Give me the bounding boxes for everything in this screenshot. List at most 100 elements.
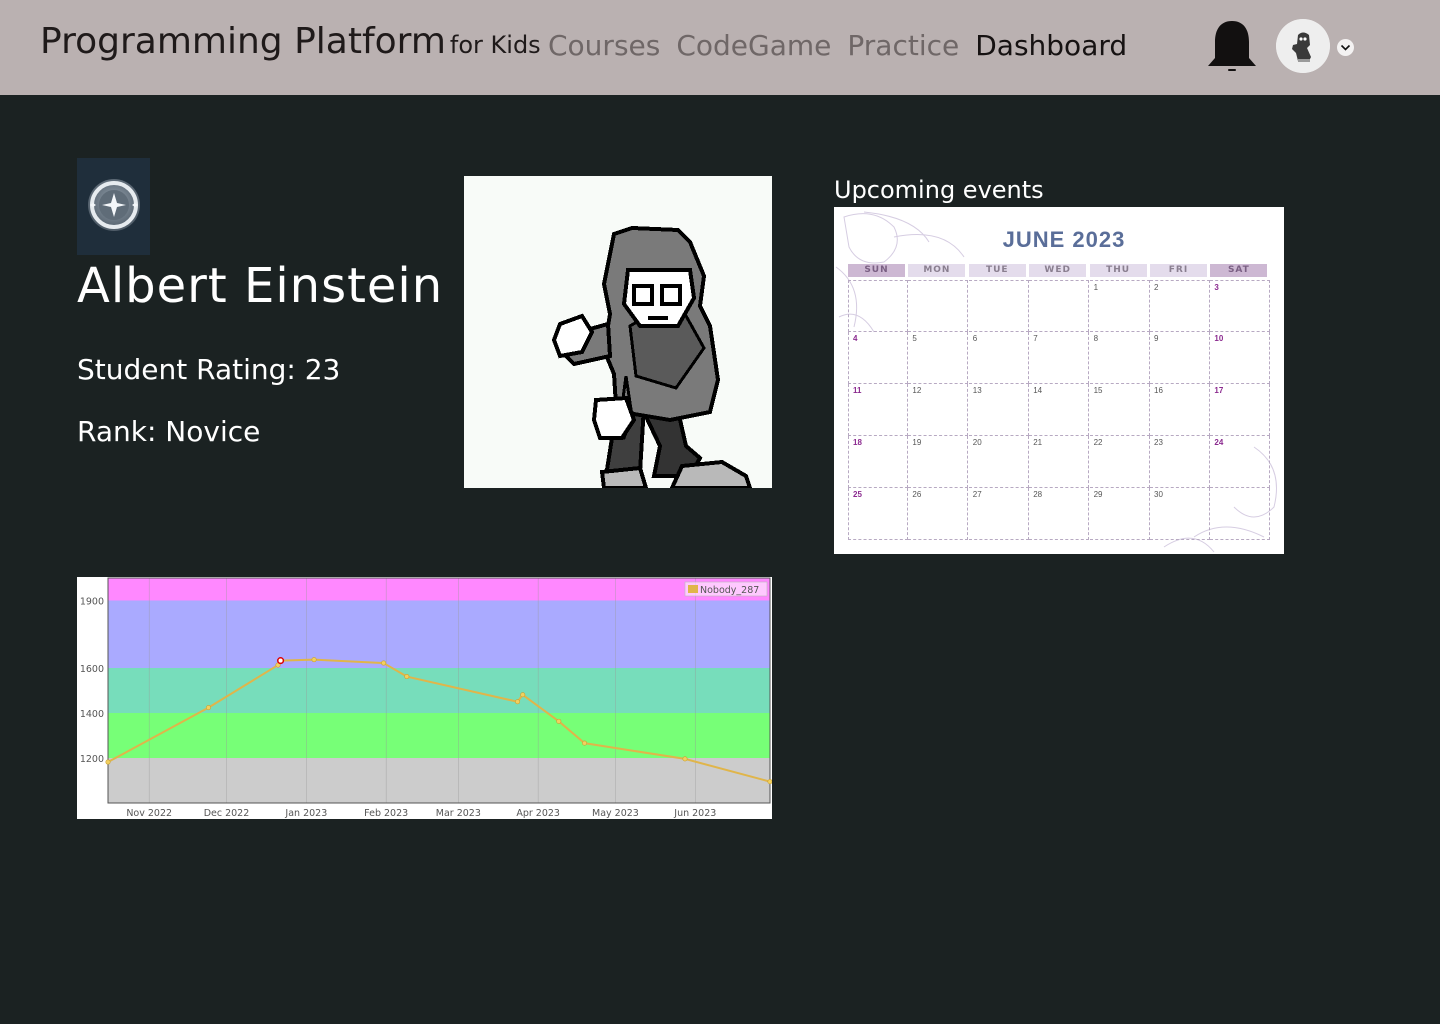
calendar-day-cell[interactable]: 17 (1210, 384, 1271, 436)
events-calendar[interactable]: JUNE 2023 SUN MON TUE WED THU FRI SAT 12345678… (834, 207, 1284, 554)
calendar-day-cell[interactable]: 6 (968, 332, 1029, 384)
brand-subtitle: for Kids (449, 31, 541, 59)
main-nav: Courses CodeGame Practice Dashboard (548, 29, 1127, 62)
student-rank: Rank: Novice (77, 415, 261, 448)
y-tick-label: 1600 (80, 664, 104, 675)
rating-point (311, 657, 317, 663)
calendar-day-number: 28 (1033, 490, 1043, 499)
hooded-character-icon (464, 176, 772, 488)
nav-practice[interactable]: Practice (847, 29, 959, 62)
x-tick-label: Apr 2023 (516, 808, 560, 819)
calendar-day-number: 1 (1093, 283, 1099, 292)
calendar-day-cell[interactable] (1210, 488, 1271, 540)
calendar-day-number: 12 (912, 386, 922, 395)
calendar-day-number: 4 (853, 334, 858, 343)
calendar-grid: 1 2 3 4 5 6 7 8 9 10 11 12 13 14 15 16 17 18 19 20 21 22 23 24 2… (848, 280, 1271, 540)
calendar-day-number: 8 (1093, 334, 1099, 343)
nav-courses[interactable]: Courses (548, 29, 660, 62)
calendar-day-number: 14 (1033, 386, 1043, 395)
calendar-day-number: 26 (912, 490, 922, 499)
calendar-day-number: 22 (1093, 438, 1103, 447)
calendar-day-cell[interactable] (968, 280, 1029, 332)
calendar-weekday-header: SUN MON TUE WED THU FRI SAT (848, 264, 1272, 277)
calendar-month-title: JUNE 2023 (1002, 227, 1126, 252)
calendar-day-cell[interactable]: 30 (1150, 488, 1210, 540)
calendar-day-cell[interactable]: 5 (908, 332, 969, 384)
calendar-day-cell[interactable]: 4 (848, 332, 908, 384)
x-tick-label: Dec 2022 (204, 808, 250, 819)
calendar-day-cell[interactable] (1029, 280, 1090, 332)
calendar-day-cell[interactable] (908, 280, 969, 332)
calendar-day-number: 18 (853, 438, 862, 447)
rating-point (277, 657, 285, 665)
x-tick-label: Mar 2023 (436, 808, 481, 819)
calendar-day-cell[interactable]: 12 (908, 384, 969, 436)
weekday-mon: MON (908, 264, 966, 277)
x-tick-label: Feb 2023 (364, 808, 408, 819)
brand-logo[interactable]: Programming Platform for Kids (40, 21, 541, 62)
calendar-day-cell[interactable]: 1 (1089, 280, 1150, 332)
rating-point (205, 705, 211, 711)
rating-point (515, 699, 521, 705)
bell-icon[interactable] (1204, 18, 1260, 74)
calendar-day-cell[interactable]: 15 (1089, 384, 1150, 436)
chevron-down-icon[interactable] (1337, 39, 1354, 56)
x-tick-label: Jun 2023 (673, 808, 716, 819)
calendar-day-number: 17 (1214, 386, 1224, 395)
rating-point (105, 759, 111, 765)
calendar-day-cell[interactable]: 11 (848, 384, 908, 436)
calendar-day-cell[interactable]: 9 (1150, 332, 1210, 384)
calendar-day-number: 20 (972, 438, 982, 447)
avatar-icon[interactable] (1276, 19, 1330, 73)
calendar-day-number: 9 (1154, 334, 1159, 343)
calendar-day-number: 11 (853, 386, 862, 395)
calendar-day-cell[interactable]: 29 (1089, 488, 1150, 540)
rating-history-chart[interactable]: Nov 2022 Dec 2022 Jan 2023 Feb 2023 Mar 2023… (77, 577, 772, 819)
x-tick-label: Jan 2023 (284, 808, 327, 819)
calendar-day-cell[interactable]: 24 (1210, 436, 1271, 488)
brand-title: Programming Platform (40, 21, 446, 62)
calendar-day-cell[interactable]: 14 (1029, 384, 1090, 436)
rating-point (556, 718, 562, 724)
calendar-day-number: 19 (912, 438, 922, 447)
calendar-day-cell[interactable]: 28 (1029, 488, 1090, 540)
calendar-day-cell[interactable]: 3 (1210, 280, 1271, 332)
calendar-day-cell[interactable]: 26 (908, 488, 969, 540)
calendar-day-cell[interactable]: 21 (1029, 436, 1090, 488)
weekday-fri: FRI (1150, 264, 1207, 277)
y-tick-label: 1400 (80, 709, 104, 720)
calendar-day-number: 10 (1214, 334, 1224, 343)
calendar-day-cell[interactable]: 8 (1089, 332, 1150, 384)
calendar-day-number: 5 (912, 334, 917, 343)
calendar-day-cell[interactable]: 13 (968, 384, 1029, 436)
top-navigation-bar: Programming Platform for Kids Courses Cod… (0, 0, 1440, 95)
calendar-day-cell[interactable]: 23 (1150, 436, 1210, 488)
calendar-day-cell[interactable]: 25 (848, 488, 908, 540)
calendar-day-number: 2 (1154, 283, 1159, 292)
calendar-day-cell[interactable]: 22 (1089, 436, 1150, 488)
calendar-day-cell[interactable]: 2 (1150, 280, 1210, 332)
upcoming-events-label: Upcoming events (834, 176, 1044, 204)
calendar-day-number: 25 (853, 490, 862, 499)
calendar-day-cell[interactable]: 10 (1210, 332, 1271, 384)
rank-badge-icon (77, 158, 150, 255)
calendar-day-cell[interactable] (848, 280, 908, 332)
calendar-day-number: 30 (1154, 490, 1163, 499)
rating-point (404, 674, 410, 680)
calendar-day-cell[interactable]: 27 (968, 488, 1029, 540)
calendar-day-cell[interactable]: 7 (1029, 332, 1090, 384)
nav-dashboard[interactable]: Dashboard (975, 29, 1127, 62)
calendar-day-cell[interactable]: 19 (908, 436, 969, 488)
calendar-day-number: 3 (1214, 283, 1219, 292)
calendar-day-cell[interactable]: 18 (848, 436, 908, 488)
nav-codegame[interactable]: CodeGame (676, 29, 831, 62)
weekday-sat: SAT (1210, 264, 1268, 277)
rating-point (767, 779, 772, 785)
x-tick-label: Nov 2022 (126, 808, 172, 819)
calendar-day-number: 6 (972, 334, 978, 343)
calendar-day-cell[interactable]: 16 (1150, 384, 1210, 436)
y-tick-label: 1900 (80, 597, 104, 608)
calendar-day-number: 13 (972, 386, 982, 395)
calendar-day-cell[interactable]: 20 (968, 436, 1029, 488)
weekday-wed: WED (1029, 264, 1087, 277)
